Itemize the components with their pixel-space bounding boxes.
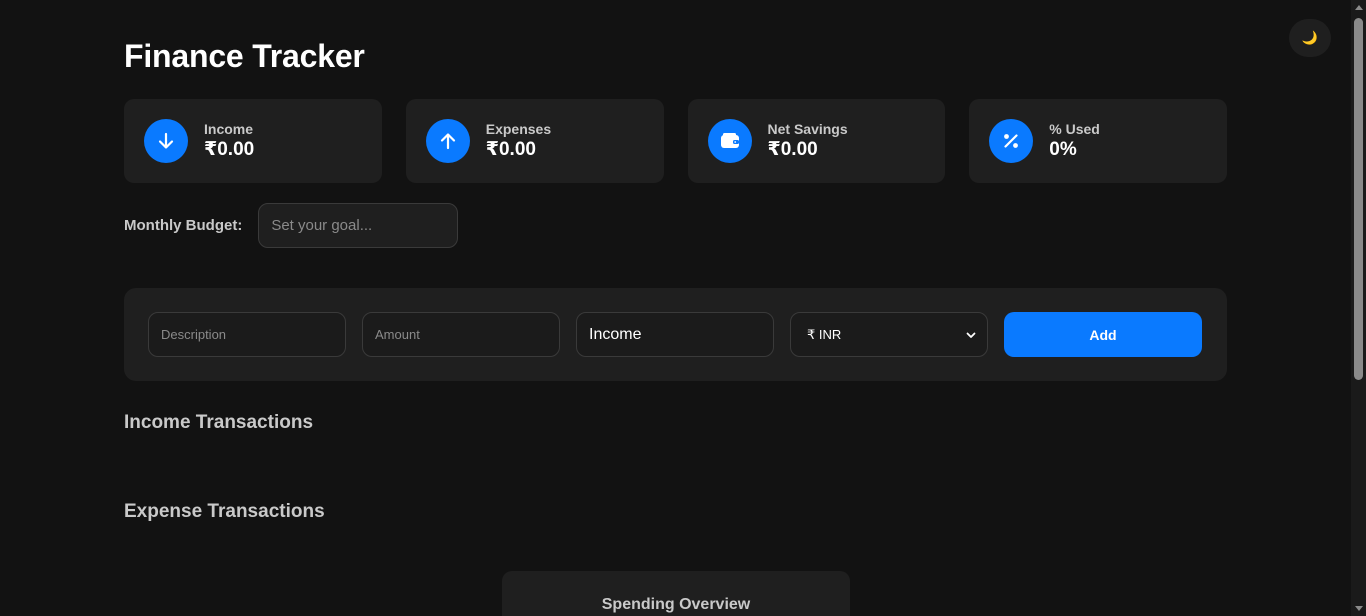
monthly-budget-row: Monthly Budget: [124,203,459,248]
spending-overview-heading: Spending Overview [601,596,751,613]
chevron-down-icon [966,332,976,338]
finance-tracker-page: Finance Tracker 🌙 Income ₹0.00 Expenses … [0,0,1366,616]
transaction-type-value: Income [589,325,642,343]
transaction-type-field[interactable]: Income [576,312,774,357]
expenses-label: Expenses [485,121,552,137]
net-savings-value: ₹0.00 [767,139,818,160]
net-savings-label: Net Savings [767,121,848,137]
percent-used-card: % Used 0% [969,99,1227,183]
monthly-budget-input[interactable] [258,203,459,248]
scrollbar-thumb[interactable] [1354,18,1363,380]
scroll-down-icon[interactable] [1354,606,1363,611]
theme-toggle-button[interactable]: 🌙 [1289,19,1331,57]
expenses-card: Expenses ₹0.00 [405,99,664,183]
currency-select[interactable]: ₹ INR [790,312,988,357]
moon-icon: 🌙 [1301,30,1319,45]
expense-transactions-heading: Expense Transactions [124,501,325,522]
add-transaction-form: Income ₹ INR Add [124,288,1227,381]
percent-used-label: % Used [1049,121,1100,137]
wallet-icon [707,119,752,163]
spending-overview-card: Spending Overview [502,571,850,616]
income-card: Income ₹0.00 [124,99,382,183]
income-label: Income [204,121,254,137]
vertical-scrollbar[interactable] [1351,0,1366,616]
add-button[interactable]: Add [1004,312,1202,357]
currency-select-value: ₹ INR [807,326,842,342]
arrow-down-icon [144,119,188,163]
income-value: ₹0.00 [204,139,255,160]
percent-icon [989,119,1034,163]
scroll-up-icon[interactable] [1354,5,1363,10]
monthly-budget-label: Monthly Budget: [124,217,243,234]
summary-cards: Income ₹0.00 Expenses ₹0.00 Net Savings … [124,99,1227,183]
description-input[interactable] [148,312,346,357]
arrow-up-icon [425,119,470,163]
net-savings-card: Net Savings ₹0.00 [687,99,946,183]
page-title: Finance Tracker [124,38,365,74]
expenses-value: ₹0.00 [485,139,536,160]
percent-used-value: 0% [1049,139,1077,160]
income-transactions-heading: Income Transactions [124,412,314,433]
amount-input[interactable] [362,312,560,357]
